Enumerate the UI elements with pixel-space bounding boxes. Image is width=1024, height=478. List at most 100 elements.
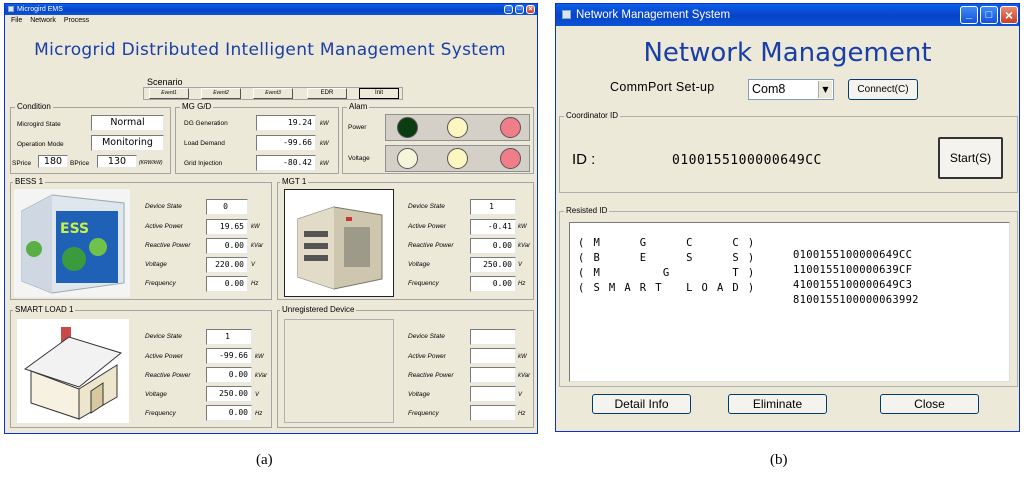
load-reactive-power-unit: kVar [255,373,268,379]
caption-a: (a) [256,452,273,468]
eliminate-button[interactable]: Eliminate [728,394,827,414]
microturbine-image [284,189,394,297]
load-frequency-label: Frequency [145,410,176,417]
registered-group: Resisted ID ( M G C C ) 0100155100000649… [559,206,1018,387]
id-label: ID : [572,151,596,168]
nms-window-title: Network Management System [576,9,731,21]
nms-titlebar[interactable]: Network Management System _ □ × [556,4,1019,26]
menu-bar: File Network Process [5,15,537,26]
load-demand-label: Load Demand [184,140,225,147]
registered-label: Resisted ID [564,206,610,215]
mgt-reactive-power-label: Reactive Power [408,242,454,249]
scenario-bar: Event1 Event2 Event3 EDR Init [143,87,403,100]
microgrid-state-value: Normal [91,115,164,131]
mgt-reactive-power-unit: kVar [518,243,531,249]
unregistered-group: Unregistered Device Device State Active … [277,305,534,428]
bess-active-power-unit: kW [251,224,260,230]
close-button[interactable]: Close [880,394,979,414]
menu-network[interactable]: Network [30,17,56,24]
menu-process[interactable]: Process [64,17,89,24]
mgt-active-power-label: Active Power [408,223,446,230]
chevron-down-icon[interactable]: ▼ [818,81,832,98]
unreg-active-power-label: Active Power [408,353,446,360]
list-item[interactable]: ( S M A R T L O A D ) 810015510000006399… [578,270,919,318]
edr-button[interactable]: EDR [307,88,347,99]
mg-gd-group: MG G/D DG Generation 19.24 kW Load Deman… [175,102,339,174]
bess-device-state-label: Device State [145,203,182,210]
bess-reactive-power-label: Reactive Power [145,242,191,249]
load-device-state-value: 1 [206,329,252,345]
scenario-label: Scenario [147,77,183,87]
bess-frequency-unit: Hz [251,281,259,287]
unreg-reactive-power-value [470,367,516,383]
voltage-lamp-panel [385,145,530,172]
condition-label: Condition [15,102,53,111]
load-frequency-value: 0.00 [206,405,252,421]
unreg-voltage-label: Voltage [408,391,430,398]
unregistered-label: Unregistered Device [280,305,357,314]
event3-button[interactable]: Event3 [253,88,293,99]
minimize-icon[interactable]: _ [960,6,978,24]
unreg-frequency-value [470,405,516,421]
app-icon [8,6,14,12]
registered-list[interactable]: ( M G C C ) 0100155100000649CC ( B E S S… [569,222,1010,382]
mg-gd-label: MG G/D [180,102,214,111]
grid-injection-value: -80.42 [256,155,316,171]
close-icon[interactable]: × [1000,6,1018,24]
bess-active-power-label: Active Power [145,223,183,230]
load-voltage-value: 250.00 [206,386,252,402]
mgt-active-power-value: -0.41 [470,219,516,235]
start-button[interactable]: Start(S) [938,137,1003,179]
bess-label: BESS 1 [13,177,46,186]
microgrid-state-label: Microgird State [17,121,61,128]
detail-info-button[interactable]: Detail Info [592,394,691,414]
unreg-frequency-label: Frequency [408,410,439,417]
ems-app-title: Microgrid Distributed Intelligent Manage… [34,40,506,60]
ems-window-title: Microgird EMS [17,6,63,13]
close-icon[interactable]: × [526,5,535,14]
event1-button[interactable]: Event1 [149,88,189,99]
unreg-reactive-power-label: Reactive Power [408,372,454,379]
load-device-state-label: Device State [145,333,182,340]
voltage-led-1 [397,148,418,169]
smart-load-label: SMART LOAD 1 [13,305,76,314]
ems-titlebar[interactable]: Microgird EMS _ □ × [5,4,537,15]
voltage-led-2 [447,148,468,169]
commport-label: CommPort Set-up [610,80,715,94]
voltage-alarm-label: Voltage [348,155,370,162]
condition-group: Condition Microgird State Normal Operati… [10,102,171,174]
mgt-frequency-value: 0.00 [470,276,516,292]
nms-app-title: Network Management [643,38,932,68]
mgt-device-state-label: Device State [408,203,445,210]
maximize-icon[interactable]: □ [515,5,524,14]
ess-logo-text: ESS [60,221,89,237]
mgt-device-state-value: 1 [470,199,516,215]
mgt-active-power-unit: kW [518,224,527,230]
menu-file[interactable]: File [11,17,22,24]
microgrid-ems-window: Microgird EMS _ □ × File Network Process… [4,3,538,434]
bess-frequency-value: 0.00 [206,276,248,292]
connect-button[interactable]: Connect(C) [848,79,918,100]
load-voltage-unit: V [255,392,260,398]
init-button[interactable]: Init [359,88,399,99]
grid-injection-unit: kW [320,161,329,167]
event2-button[interactable]: Event2 [201,88,241,99]
bess-reactive-power-unit: kVar [251,243,264,249]
voltage-led-3 [500,148,521,169]
load-reactive-power-label: Reactive Power [145,372,191,379]
mgt-frequency-label: Frequency [408,280,439,287]
mgt-voltage-unit: V [518,262,523,268]
minimize-icon[interactable]: _ [504,5,513,14]
unreg-voltage-unit: V [518,392,523,398]
caption-b: (b) [770,452,788,468]
load-demand-unit: kW [320,141,329,147]
coordinator-id-value: 0100155100000649CC [672,153,822,168]
bprice-value: 130 [97,155,137,168]
bess-reactive-power-value: 0.00 [206,238,248,254]
mgt-group: MGT 1 Device State 1 Active Power -0.41 … [277,177,534,300]
maximize-icon[interactable]: □ [980,6,998,24]
commport-select[interactable]: Com8 ▼ [748,79,834,100]
commport-value: Com8 [752,82,786,96]
network-management-window: Network Management System _ □ × Network … [555,3,1020,432]
bprice-label: BPrice [70,160,90,167]
